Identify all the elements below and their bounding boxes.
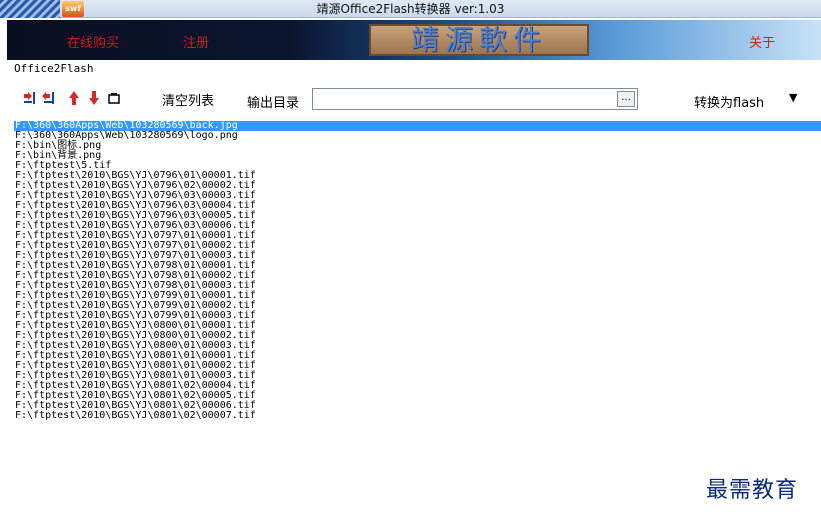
file-list-item[interactable]: F:\bin\背景.png — [14, 151, 821, 161]
move-up-icon[interactable] — [66, 90, 82, 106]
move-down-icon[interactable] — [86, 90, 102, 106]
output-dir-input[interactable] — [312, 88, 638, 110]
browse-button[interactable]: ... — [617, 91, 635, 107]
chevron-down-icon[interactable]: ▼ — [789, 91, 797, 104]
file-list-item[interactable]: F:\360\360Apps\Web\103280569\logo.png — [14, 131, 821, 141]
toolbar: 清空列表 输出目录 ... 转换为flash ▼ — [0, 80, 821, 116]
clear-list-button[interactable]: 清空列表 — [162, 90, 214, 109]
watermark: 最需教育 — [706, 478, 799, 503]
add-files-icon[interactable] — [22, 90, 38, 106]
register-link[interactable]: 注册 — [183, 32, 209, 51]
brand-logo: 靖源軟件 — [369, 24, 589, 56]
file-list[interactable]: F:\360\360Apps\Web\103280569\back.jpg F:\… — [14, 121, 821, 520]
window-title: 靖源Office2Flash转换器 ver:1.03 — [316, 2, 505, 16]
banner: 在线购买 注册 靖源軟件 关于 — [7, 20, 821, 60]
about-link[interactable]: 关于 — [749, 32, 775, 51]
title-bar: swf 靖源Office2Flash转换器 ver:1.03 — [0, 0, 821, 18]
output-dir-label: 输出目录 — [247, 96, 300, 111]
menu-office2flash[interactable]: Office2Flash — [14, 62, 93, 75]
convert-to-flash-button[interactable]: 转换为flash — [694, 92, 764, 111]
file-list-item[interactable]: F:\bin\图标.png — [14, 141, 821, 151]
add-folder-icon[interactable] — [40, 90, 56, 106]
file-list-item[interactable]: F:\ftptest\2010\BGS\YJ\0801\02\00007.tif — [14, 411, 821, 421]
remove-icon[interactable] — [106, 90, 122, 106]
buy-online-link[interactable]: 在线购买 — [67, 32, 119, 51]
